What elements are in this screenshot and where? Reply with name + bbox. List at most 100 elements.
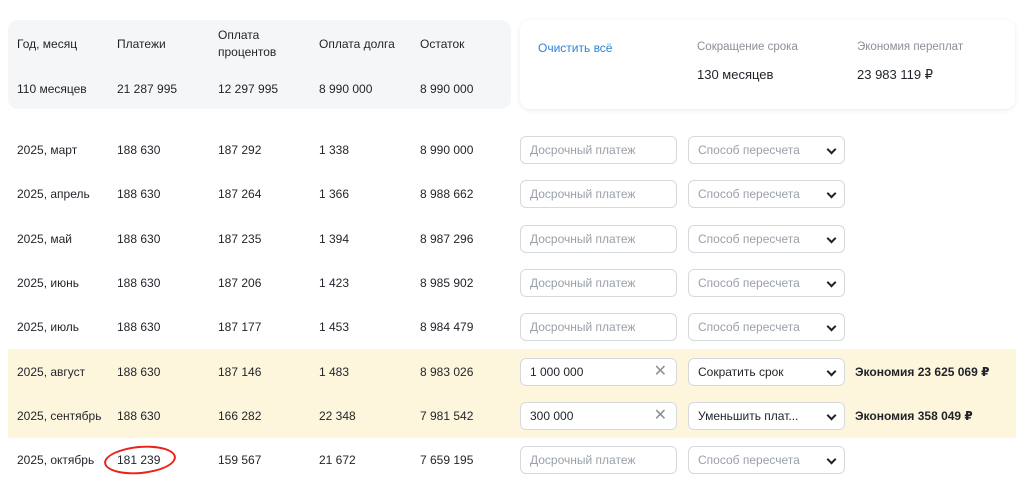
row-principal: 1 338 <box>319 143 350 158</box>
header-principal: Оплата долга <box>319 37 395 51</box>
prepayment-input[interactable]: 1 000 000 ✕ <box>520 357 677 386</box>
prepayment-input[interactable]: Досрочный платеж <box>520 180 677 209</box>
summary-panel <box>520 20 1015 109</box>
row-month: 2025, сентябрь <box>17 408 102 423</box>
method-placeholder: Способ пересчета <box>698 276 800 291</box>
row-principal: 1 394 <box>319 231 350 246</box>
total-payments: 21 287 995 <box>117 82 178 96</box>
row-interest: 187 264 <box>218 187 262 202</box>
row-balance: 8 990 000 <box>420 143 474 158</box>
row-interest: 187 292 <box>218 143 262 158</box>
header-month: Год, месяц <box>17 37 78 51</box>
header-interest: Оплата процентов <box>218 27 276 61</box>
prepayment-value: 300 000 <box>530 408 574 423</box>
method-select[interactable]: Способ пересчета <box>688 269 845 298</box>
saving-text: Экономия 23 625 069 ₽ <box>855 364 990 379</box>
chevron-down-icon <box>826 366 837 377</box>
prepayment-input[interactable]: Досрочный платеж <box>520 224 677 253</box>
prepayment-placeholder: Досрочный платеж <box>530 453 636 468</box>
row-payment: 188 630 <box>117 408 161 423</box>
method-placeholder: Способ пересчета <box>698 143 800 158</box>
row-month: 2025, май <box>17 231 72 246</box>
row-interest: 166 282 <box>218 408 262 423</box>
table-row: 2025, июнь 188 630 187 206 1 423 8 985 9… <box>8 261 1016 305</box>
savings-value: 23 983 119 ₽ <box>857 67 933 82</box>
row-payment: 188 630 <box>117 143 161 158</box>
row-interest: 187 177 <box>218 320 262 335</box>
row-principal: 1 423 <box>319 276 350 291</box>
chevron-down-icon <box>826 188 837 199</box>
prepayment-placeholder: Досрочный платеж <box>530 143 636 158</box>
row-payment: 188 630 <box>117 231 161 246</box>
method-select[interactable]: Способ пересчета <box>688 313 845 342</box>
savings-label: Экономия переплат <box>857 41 964 53</box>
row-month: 2025, август <box>17 364 86 379</box>
prepayment-value: 1 000 000 <box>530 364 584 379</box>
chevron-down-icon <box>826 321 837 332</box>
header-interest-line1: Оплата <box>218 28 260 42</box>
row-month: 2025, апрель <box>17 187 90 202</box>
table-row-highlighted: 2025, сентябрь 188 630 166 282 22 348 7 … <box>8 393 1016 439</box>
prepayment-input[interactable]: Досрочный платеж <box>520 446 677 475</box>
row-interest: 159 567 <box>218 453 262 468</box>
method-select[interactable]: Способ пересчета <box>688 180 845 209</box>
method-placeholder: Способ пересчета <box>698 187 800 202</box>
row-balance: 8 984 479 <box>420 320 474 335</box>
total-principal: 8 990 000 <box>319 82 373 96</box>
method-select[interactable]: Способ пересчета <box>688 136 845 165</box>
clear-all-link[interactable]: Очистить всё <box>538 41 612 55</box>
chevron-down-icon <box>826 410 837 421</box>
method-value: Уменьшить плат... <box>698 408 799 423</box>
row-month: 2025, март <box>17 143 78 158</box>
prepayment-placeholder: Досрочный платеж <box>530 320 636 335</box>
row-interest: 187 235 <box>218 231 262 246</box>
saving-text: Экономия 358 049 ₽ <box>855 408 973 423</box>
method-select[interactable]: Способ пересчета <box>688 446 845 475</box>
chevron-down-icon <box>826 233 837 244</box>
row-balance: 7 981 542 <box>420 408 474 423</box>
chevron-down-icon <box>826 454 837 465</box>
prepayment-input[interactable]: Досрочный платеж <box>520 313 677 342</box>
method-placeholder: Способ пересчета <box>698 231 800 246</box>
prepayment-input[interactable]: 300 000 ✕ <box>520 401 677 430</box>
prepayment-placeholder: Досрочный платеж <box>530 187 636 202</box>
prepayment-input[interactable]: Досрочный платеж <box>520 269 677 298</box>
method-placeholder: Способ пересчета <box>698 320 800 335</box>
prepayment-placeholder: Досрочный платеж <box>530 276 636 291</box>
method-select[interactable]: Способ пересчета <box>688 224 845 253</box>
method-select[interactable]: Сократить срок <box>688 357 845 386</box>
header-balance: Остаток <box>420 37 465 51</box>
table-row: 2025, март 188 630 187 292 1 338 8 990 0… <box>8 128 1016 172</box>
row-principal: 1 453 <box>319 320 350 335</box>
header-interest-line2: процентов <box>218 45 277 59</box>
total-months: 110 месяцев <box>17 82 87 96</box>
term-reduction-value: 130 месяцев <box>697 67 774 82</box>
chevron-down-icon <box>826 277 837 288</box>
table-row: 2025, май 188 630 187 235 1 394 8 987 29… <box>8 217 1016 261</box>
prepayment-placeholder: Досрочный платеж <box>530 231 636 246</box>
row-month: 2025, октябрь <box>17 453 95 468</box>
row-interest: 187 146 <box>218 364 262 379</box>
payment-schedule: 2025, март 188 630 187 292 1 338 8 990 0… <box>8 128 1016 481</box>
term-reduction-label: Сокращение срока <box>697 41 798 53</box>
total-interest: 12 297 995 <box>218 82 279 96</box>
row-balance: 7 659 195 <box>420 453 474 468</box>
row-balance: 8 985 902 <box>420 276 474 291</box>
row-month: 2025, июль <box>17 320 80 335</box>
method-value: Сократить срок <box>698 364 784 379</box>
prepayment-input[interactable]: Досрочный платеж <box>520 136 677 165</box>
method-select[interactable]: Уменьшить плат... <box>688 401 845 430</box>
row-principal: 1 483 <box>319 364 350 379</box>
row-balance: 8 987 296 <box>420 231 474 246</box>
method-placeholder: Способ пересчета <box>698 453 800 468</box>
row-balance: 8 983 026 <box>420 364 474 379</box>
chevron-down-icon <box>826 144 837 155</box>
row-principal: 1 366 <box>319 187 350 202</box>
close-icon[interactable]: ✕ <box>654 359 667 385</box>
table-row-highlighted: 2025, август 188 630 187 146 1 483 8 983… <box>8 349 1016 394</box>
row-payment: 188 630 <box>117 187 161 202</box>
close-icon[interactable]: ✕ <box>654 403 667 429</box>
row-month: 2025, июнь <box>17 276 79 291</box>
row-payment: 188 630 <box>117 320 161 335</box>
header-payments: Платежи <box>117 37 166 51</box>
